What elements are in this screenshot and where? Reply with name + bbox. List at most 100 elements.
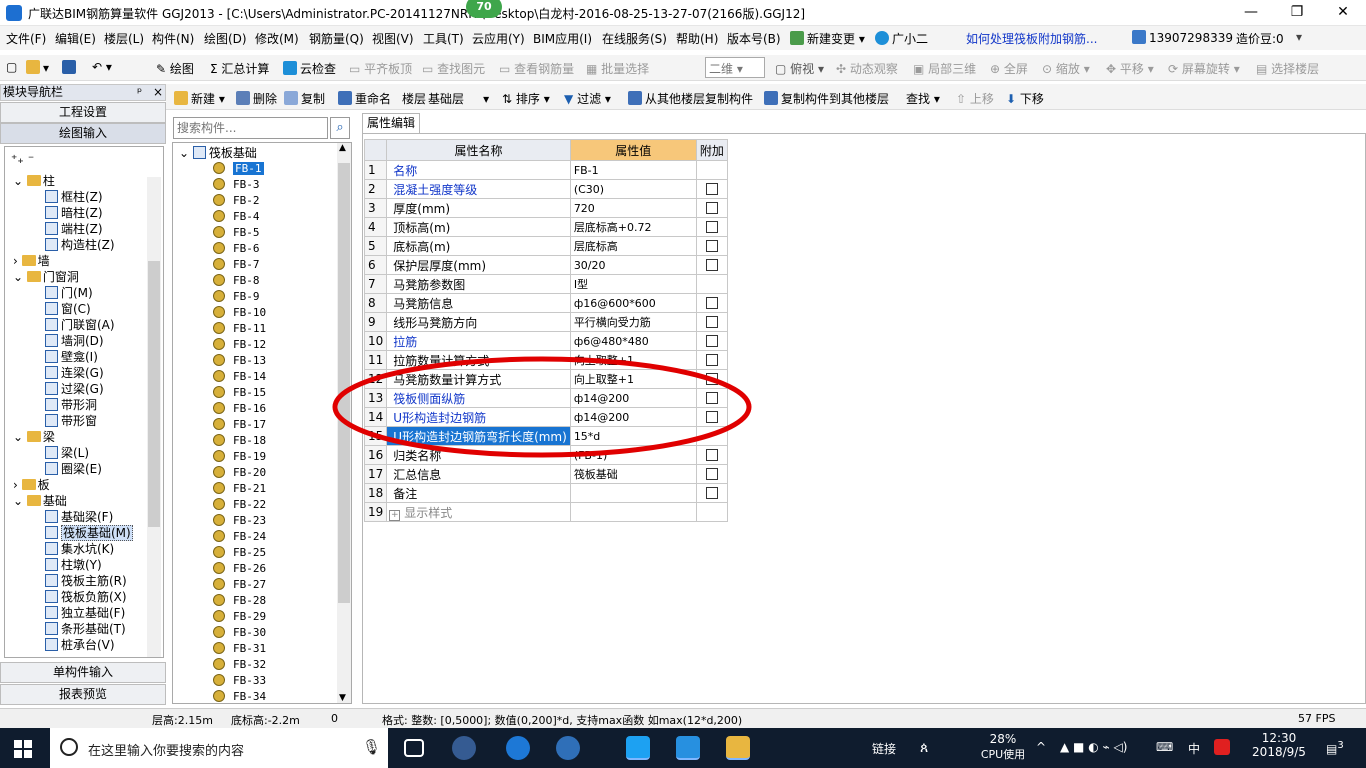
screen-rotate-button[interactable]: ⟳ 屏幕旋转 ▾ [1168,60,1240,77]
zoom-button[interactable]: ⊙ 缩放 ▾ [1042,60,1090,77]
property-value[interactable] [569,502,697,522]
component-item[interactable]: FB-25 [213,545,266,561]
nav-tree-item[interactable]: 筏板负筋(X) [45,589,127,605]
draw-button[interactable]: ✎ 绘图 [156,60,194,77]
rename-button[interactable]: 重命名 [338,90,391,107]
nav-tree-item[interactable]: 桩承台(V) [45,637,115,653]
microphone-icon[interactable]: 🎙 [362,738,381,756]
new-change-button[interactable]: 新建变更 ▾ [790,30,865,47]
copy-button[interactable]: 复制 [284,90,325,107]
component-item[interactable]: FB-6 [213,241,260,257]
show-hidden-icon[interactable]: ^ [1036,740,1046,754]
property-row[interactable]: 1 名称 FB-1 [363,160,728,180]
component-item[interactable]: FB-18 [213,433,266,449]
property-row[interactable]: 19 + 显示样式 [363,502,728,522]
menu-rebar-qty[interactable]: 钢筋量(Q) [309,30,364,47]
start-windows-icon[interactable] [14,740,32,758]
nav-tree-item[interactable]: ⌄ 梁 [13,429,55,445]
component-item[interactable]: FB-28 [213,593,266,609]
property-value[interactable]: 30/20 [569,255,697,275]
menu-edit[interactable]: 编辑(E) [55,30,96,47]
additional-checkbox[interactable] [705,335,718,347]
nav-report-preview[interactable]: 报表预览 [0,684,166,705]
nav-close-icon[interactable]: × [153,85,163,100]
cpu-usage[interactable]: 28% CPU使用 [980,732,1026,762]
nav-tree-item[interactable]: 壁龛(I) [45,349,98,365]
additional-checkbox[interactable] [705,183,718,195]
delete-button[interactable]: 删除 [236,90,277,107]
find-button[interactable]: 查找 ▾ [906,90,940,107]
property-row[interactable]: 5 底标高(m) 层底标高 [363,236,728,256]
nav-single-input[interactable]: 单构件输入 [0,662,166,683]
qq-browser-icon[interactable] [556,736,580,760]
component-item[interactable]: FB-29 [213,609,266,625]
component-item[interactable]: FB-31 [213,641,266,657]
property-value[interactable]: ф16@600*600 [569,293,697,313]
view-mode-select[interactable]: 二维 ▾ [705,57,765,78]
search-input[interactable] [173,117,328,139]
notification-badge[interactable]: 70 [466,0,502,18]
component-item[interactable]: FB-7 [213,257,260,273]
nav-tree-item[interactable]: 过梁(G) [45,381,104,397]
menu-bim[interactable]: BIM应用(I) [533,30,592,47]
plus-app-icon[interactable] [676,736,700,760]
floor-select[interactable]: 基础层 ▾ [428,90,489,107]
property-row[interactable]: 7 马凳筋参数图 Ⅰ型 [363,274,728,294]
component-item[interactable]: FB-23 [213,513,266,529]
additional-checkbox[interactable] [705,221,718,233]
nav-tree-item[interactable]: › 板 [13,477,50,493]
component-item[interactable]: FB-20 [213,465,266,481]
dynamic-view-button[interactable]: ✣ 动态观察 [836,60,898,77]
nav-tree-item[interactable]: 框柱(Z) [45,189,103,205]
nav-tree-item[interactable]: 基础梁(F) [45,509,113,525]
fullscreen-button[interactable]: ⊕ 全屏 [990,60,1028,77]
sort-button[interactable]: ⇅ 排序 ▾ [502,90,550,107]
property-row[interactable]: 10 拉筋 ф6@480*480 [363,331,728,351]
minimize-button[interactable]: — [1228,0,1274,26]
nav-tree-item[interactable]: 门(M) [45,285,93,301]
property-value[interactable]: (C30) [569,179,697,199]
expand-icon[interactable]: + [389,509,401,521]
close-button[interactable]: ✕ [1320,0,1366,26]
scroll-up-icon[interactable]: ▲ [339,143,346,153]
taskbar-search-box[interactable]: 在这里输入你要搜索的内容 🎙 [50,728,388,768]
menu-floor[interactable]: 楼层(L) [104,30,144,47]
additional-checkbox[interactable] [705,202,718,214]
property-row[interactable]: 3 厚度(mm) 720 [363,198,728,218]
people-icon[interactable]: ጰ [920,740,928,756]
nav-tree-item[interactable]: › 墙 [13,253,50,269]
collapse-icon[interactable]: ⌄ [13,430,27,444]
nav-tree-item[interactable]: 独立基础(F) [45,605,125,621]
restore-button[interactable]: ❐ [1274,0,1320,26]
nav-tree-item[interactable]: 柱墩(Y) [45,557,102,573]
menu-draw[interactable]: 绘图(D) [204,30,247,47]
nav-tree-item[interactable]: 构造柱(Z) [45,237,115,253]
collapse-icon[interactable]: ⌄ [13,174,27,188]
nav-tree-item[interactable]: ⌄ 门窗洞 [13,269,79,285]
menu-version[interactable]: 版本号(B) [727,30,781,47]
save-icon[interactable] [62,60,79,75]
property-value[interactable]: 平行横向受力筋 [569,312,697,332]
menu-online[interactable]: 在线服务(S) [602,30,667,47]
open-file-icon[interactable]: ▾ [26,60,49,75]
property-row[interactable]: 8 马凳筋信息 ф16@600*600 [363,293,728,313]
tab-property-edit[interactable]: 属性编辑 [362,113,420,133]
additional-checkbox[interactable] [705,487,718,499]
component-item[interactable]: FB-19 [213,449,266,465]
action-center-icon[interactable]: ▤3 [1326,740,1344,756]
tray-notification-icons[interactable]: ▲ ■ ◐ ⌁ ◁) [1060,740,1127,754]
menu-cloud[interactable]: 云应用(Y) [472,30,525,47]
property-row[interactable]: 18 备注 [363,483,728,503]
additional-checkbox[interactable] [705,468,718,480]
component-item[interactable]: FB-17 [213,417,266,433]
component-item[interactable]: FB-9 [213,289,260,305]
new-file-icon[interactable]: ▢ [6,60,17,74]
user-account[interactable]: 13907298339 [1132,30,1233,45]
nav-tree-item[interactable]: 带形洞 [45,397,97,413]
expand-all-icon[interactable]: ⁺₊ ⁻ [11,151,34,167]
menu-tools[interactable]: 工具(T) [423,30,464,47]
component-item[interactable]: FB-11 [213,321,266,337]
component-item[interactable]: FB-10 [213,305,266,321]
property-value[interactable]: 层底标高+0.72 [569,217,697,237]
component-item[interactable]: FB-22 [213,497,266,513]
